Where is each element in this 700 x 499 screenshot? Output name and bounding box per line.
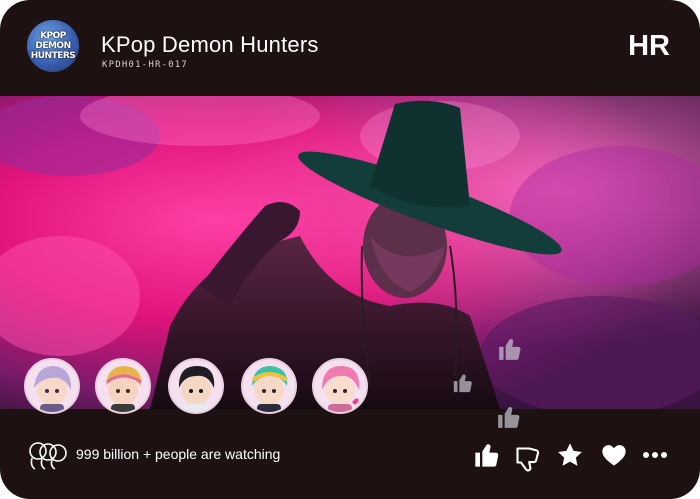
people-icon	[29, 442, 67, 470]
card-code: KPDH01-HR-017	[102, 60, 189, 70]
floating-thumbs-up-icon	[453, 374, 472, 393]
heart-icon[interactable]	[600, 441, 628, 469]
thumbs-down-icon[interactable]	[514, 445, 542, 473]
avatar[interactable]	[241, 358, 297, 414]
avatar[interactable]	[95, 358, 151, 414]
avatar[interactable]	[168, 358, 224, 414]
chibi-avatar-icon	[251, 366, 289, 412]
thumbs-up-icon[interactable]	[473, 441, 501, 469]
floating-thumbs-up-icon	[499, 339, 521, 360]
chibi-avatar-icon	[178, 366, 215, 412]
avatar[interactable]	[312, 358, 368, 414]
page-title: KPop Demon Hunters	[101, 32, 319, 57]
more-icon[interactable]	[641, 441, 669, 469]
brand-logo: KPOP DEMON HUNTERS	[27, 20, 79, 72]
star-icon[interactable]	[556, 441, 584, 469]
avatar[interactable]	[24, 358, 80, 414]
chibi-avatar-icon	[322, 366, 360, 412]
rarity-badge: HR	[628, 30, 670, 62]
footer: 999 billion + people are watching	[0, 409, 700, 499]
header: KPOP DEMON HUNTERS KPop Demon Hunters KP…	[0, 0, 700, 96]
chibi-avatar-icon	[34, 366, 72, 412]
watching-count: 999 billion + people are watching	[76, 446, 281, 462]
card: KPOP DEMON HUNTERS KPop Demon Hunters KP…	[0, 0, 700, 499]
chibi-avatar-icon	[106, 366, 142, 412]
